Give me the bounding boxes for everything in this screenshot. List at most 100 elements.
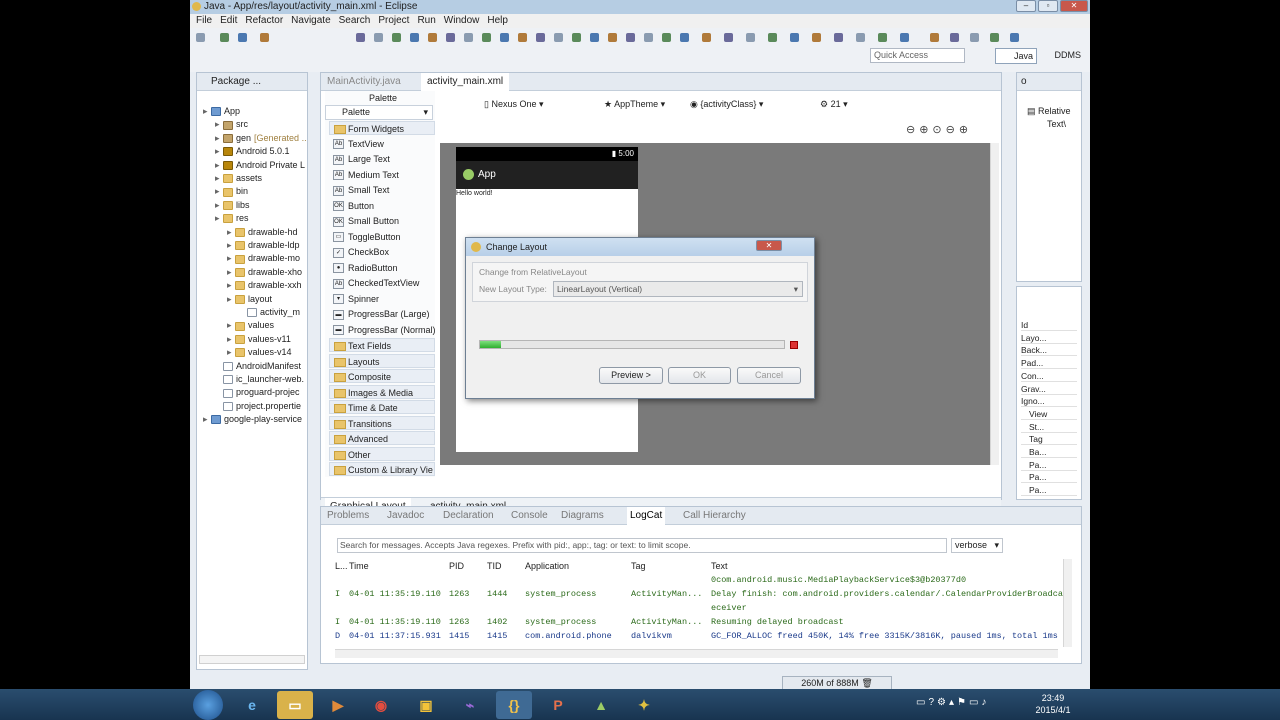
menu-search[interactable]: Search [339, 15, 371, 26]
zoom-controls[interactable]: ⊖⊕⊙⊖⊕ [906, 123, 986, 137]
tab-logcat[interactable]: LogCat [627, 507, 666, 525]
device-select[interactable]: ▯ Nexus One ▾ [484, 95, 544, 113]
ok-button[interactable]: OK [668, 367, 731, 384]
palette-item[interactable]: Ab CheckedTextView [333, 276, 419, 290]
media-player-icon[interactable]: ▶ [320, 691, 356, 719]
tree-item[interactable]: ▸ drawable-ldp [227, 239, 300, 252]
column-header[interactable]: Time [349, 561, 369, 571]
tab-declaration[interactable]: Declaration [443, 507, 494, 525]
canvas-vscrollbar[interactable] [990, 143, 999, 465]
toolbar-icon[interactable] [812, 33, 821, 42]
tree-item[interactable]: ▸ res [215, 212, 249, 225]
expand-arrow-icon[interactable]: ▸ [203, 413, 211, 426]
tab-activity-main[interactable]: activity_main.xml [421, 73, 510, 91]
toolbar-icon[interactable] [644, 33, 653, 42]
tree-item[interactable]: ic_launcher-web. [215, 373, 304, 386]
dialog-close-button[interactable]: ✕ [756, 240, 782, 251]
toolbar-icon[interactable] [768, 33, 777, 42]
tree-item[interactable]: ▸ Android Private L [215, 159, 305, 172]
eclipse-taskbar-icon[interactable]: {} [496, 691, 532, 719]
property-row[interactable]: Pa... [1021, 459, 1077, 471]
expand-arrow-icon[interactable]: ▸ [215, 185, 223, 198]
powerpoint-icon[interactable]: P [540, 691, 576, 719]
expand-arrow-icon[interactable]: ▸ [215, 145, 223, 158]
expand-arrow-icon[interactable]: ▸ [227, 226, 235, 239]
heap-status[interactable]: 260M of 888M 🗑 [782, 676, 892, 690]
expand-arrow-icon[interactable]: ▸ [227, 279, 235, 292]
palette-item[interactable]: ▾ Spinner [333, 292, 379, 306]
property-row[interactable]: Pa... [1021, 471, 1077, 484]
package-explorer-tab[interactable]: Package ... [197, 73, 307, 91]
tab-call-hierarchy[interactable]: Call Hierarchy [683, 507, 746, 525]
chrome-icon[interactable]: ◉ [363, 691, 399, 719]
toolbar-icon[interactable] [374, 33, 383, 42]
log-level-select[interactable]: verbose ▾ [951, 538, 1003, 553]
column-header[interactable]: TID [487, 561, 502, 571]
menu-navigate[interactable]: Navigate [291, 15, 330, 26]
api-select[interactable]: ⚙ 21 ▾ [820, 95, 848, 113]
hello-text[interactable]: Hello world! [456, 190, 493, 197]
tab-problems[interactable]: Problems [327, 507, 369, 525]
property-row[interactable]: Pad... [1021, 357, 1077, 370]
toolbar-icon[interactable] [260, 33, 269, 42]
toolbar-icon[interactable] [464, 33, 473, 42]
cancel-button[interactable]: Cancel [737, 367, 801, 384]
palette-category[interactable]: Layouts [329, 353, 435, 368]
palette-item[interactable]: ● RadioButton [333, 261, 398, 275]
tree-item[interactable]: ▸ values-v11 [227, 333, 291, 346]
tree-item[interactable]: project.propertie [215, 400, 301, 413]
tree-item[interactable]: ▸ App [203, 105, 240, 118]
toolbar-icon[interactable] [834, 33, 843, 42]
palette-category[interactable]: Composite [329, 369, 435, 383]
property-row[interactable]: Back... [1021, 344, 1077, 357]
toolbar-icon[interactable] [356, 33, 365, 42]
expand-arrow-icon[interactable]: ▸ [215, 172, 223, 185]
palette-item[interactable]: Ab Small Text [333, 183, 389, 197]
java-perspective[interactable]: Java [995, 48, 1037, 64]
toolbar-icon[interactable] [856, 33, 865, 42]
palette-item[interactable]: Ab Large Text [333, 152, 390, 166]
property-row[interactable]: Grav... [1021, 383, 1077, 395]
toolbar-icon[interactable] [428, 33, 437, 42]
palette-item[interactable]: ✓ CheckBox [333, 245, 389, 259]
column-header[interactable]: PID [449, 561, 464, 571]
tree-item[interactable]: ▸ drawable-xxh [227, 279, 302, 292]
menu-help[interactable]: Help [487, 15, 508, 26]
tab-console[interactable]: Console [511, 507, 548, 525]
palette-category[interactable]: Images & Media [329, 384, 435, 399]
android-taskbar-icon[interactable]: ▲ [583, 691, 619, 719]
tab-mainactivity[interactable]: MainActivity.java [327, 73, 401, 91]
column-header[interactable]: Application [525, 561, 569, 571]
toolbar-icon[interactable] [572, 33, 581, 42]
toolbar-icon[interactable] [970, 33, 979, 42]
menu-run[interactable]: Run [417, 15, 435, 26]
tree-item[interactable]: activity_m [239, 306, 300, 319]
palette-category[interactable]: Form Widgets [329, 121, 435, 135]
toolbar-icon[interactable] [220, 33, 229, 42]
tree-item[interactable]: ▸ src [215, 118, 248, 131]
column-header[interactable]: L... [335, 561, 348, 571]
toolbar-icon[interactable] [392, 33, 401, 42]
logcat-hscrollbar[interactable] [335, 649, 1058, 658]
column-header[interactable]: Tag [631, 561, 646, 571]
start-button[interactable] [193, 690, 223, 720]
menu-project[interactable]: Project [378, 15, 409, 26]
toolbar-icon[interactable] [238, 33, 247, 42]
toolbar-icon[interactable] [724, 33, 733, 42]
expand-arrow-icon[interactable]: ▸ [227, 346, 235, 359]
toolbar-icon[interactable] [608, 33, 617, 42]
toolbar-icon[interactable] [900, 33, 909, 42]
toolbar-icon[interactable] [554, 33, 563, 42]
expand-arrow-icon[interactable]: ▸ [227, 266, 235, 279]
outline-item-text[interactable]: Text\ [1047, 119, 1066, 129]
palette-item[interactable]: ▬ ProgressBar (Normal) [333, 323, 436, 337]
tab-javadoc[interactable]: Javadoc [387, 507, 424, 525]
activity-select[interactable]: ◉ {activityClass} ▾ [690, 95, 763, 113]
palette-category[interactable]: Time & Date [329, 400, 435, 414]
toolbar-icon[interactable] [410, 33, 419, 42]
logcat-vscrollbar[interactable] [1063, 559, 1072, 647]
property-row[interactable]: Con... [1021, 370, 1077, 382]
expand-arrow-icon[interactable]: ▸ [215, 159, 223, 172]
tree-item[interactable]: ▸ values [227, 319, 274, 332]
property-row[interactable]: Ba... [1021, 446, 1077, 458]
